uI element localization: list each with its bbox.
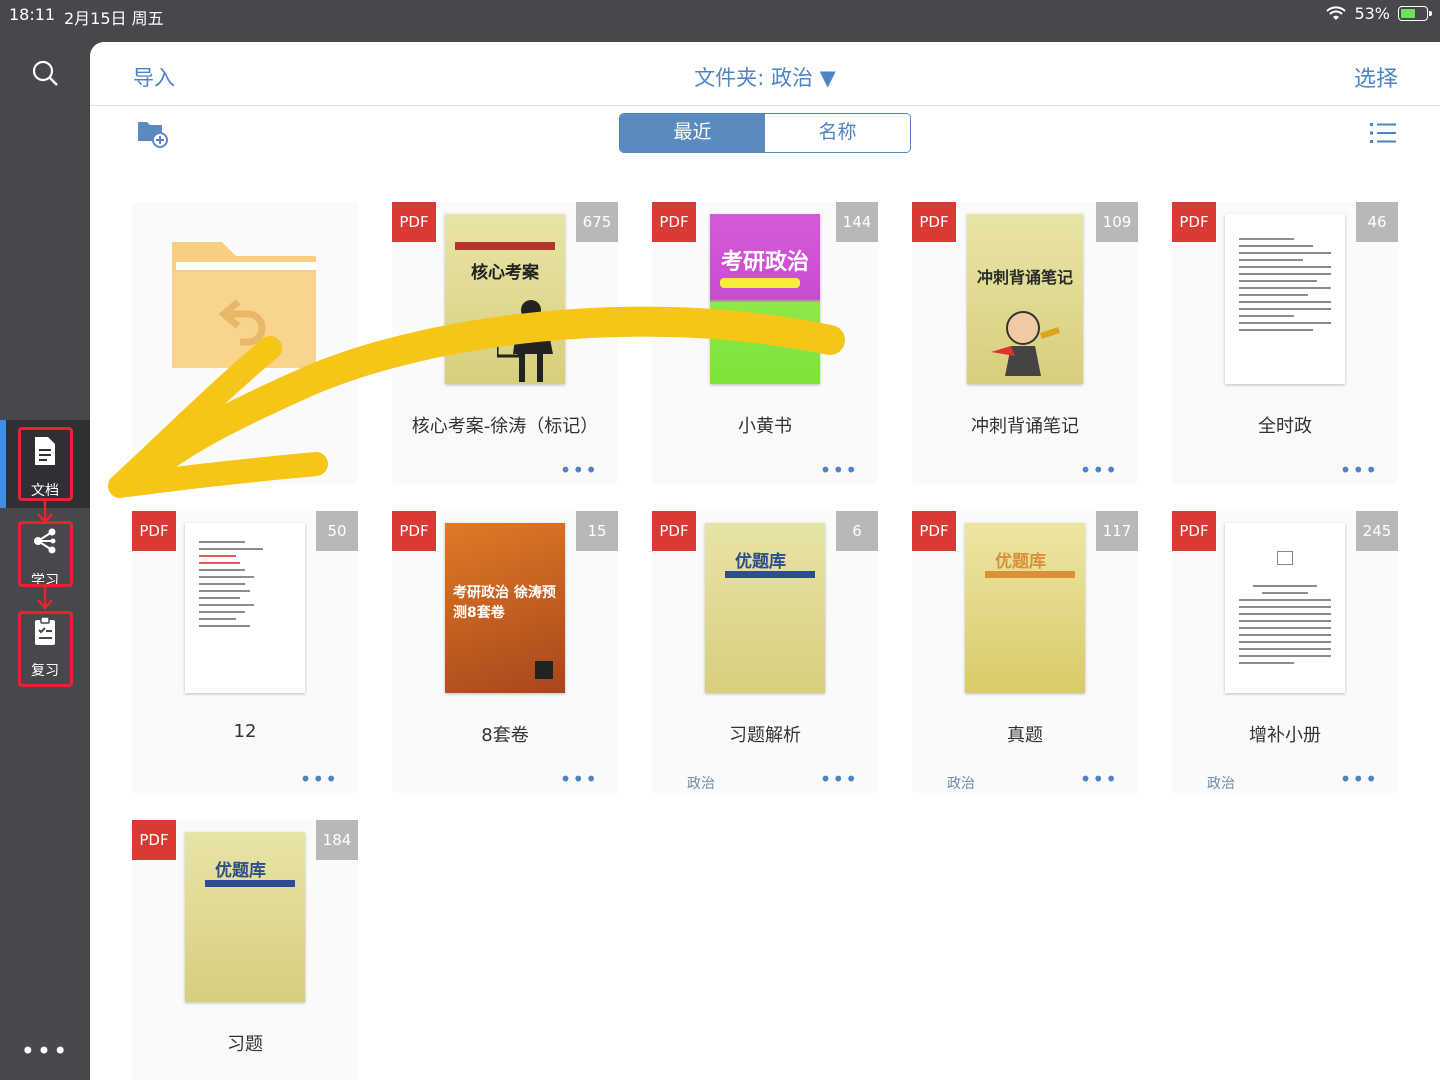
- more-options-icon[interactable]: •••: [560, 458, 598, 482]
- page-count: 184: [316, 820, 358, 860]
- cover-title: 核心考案: [471, 263, 539, 283]
- sidebar: 文档 学习 复习 •••: [0, 42, 90, 1080]
- more-options-icon[interactable]: •••: [560, 767, 598, 791]
- document-title: 8套卷: [481, 725, 529, 746]
- annotation-box: [18, 611, 73, 687]
- battery-percent: 53%: [1354, 4, 1390, 23]
- folder-tag: 政治: [947, 776, 975, 792]
- folder-tag: 政治: [687, 776, 715, 792]
- document-cover: [1225, 214, 1345, 384]
- document-cover: [1225, 523, 1345, 693]
- page-count: 6: [836, 511, 878, 551]
- cover-title: 冲刺背诵笔记: [976, 268, 1073, 287]
- document-card[interactable]: PDF 144 考研政治 小黄书 •••: [652, 202, 878, 484]
- folder-tag: 政治: [1207, 776, 1235, 792]
- annotation-arrow-icon: [37, 586, 53, 610]
- document-cover: 优题库: [965, 523, 1085, 693]
- folder-back-card[interactable]: [132, 202, 358, 484]
- more-options-icon[interactable]: •••: [0, 1037, 90, 1065]
- page-count: 50: [316, 511, 358, 551]
- sort-recent-tab[interactable]: 最近: [620, 114, 765, 152]
- select-button[interactable]: 选择: [1354, 61, 1398, 93]
- document-card[interactable]: PDF 245 增补小册 政治 •••: [1172, 511, 1398, 793]
- pdf-badge: PDF: [392, 202, 436, 242]
- document-cover: 优题库: [705, 523, 825, 693]
- document-card[interactable]: PDF 675 核心考案 核心考案-徐涛（标记） •••: [392, 202, 618, 484]
- document-card[interactable]: PDF 117 优题库 真题 政治 •••: [912, 511, 1138, 793]
- more-options-icon[interactable]: •••: [300, 767, 338, 791]
- page-count: 245: [1356, 511, 1398, 551]
- pdf-badge: PDF: [1172, 511, 1216, 551]
- search-icon[interactable]: [30, 58, 60, 88]
- more-options-icon[interactable]: •••: [1340, 767, 1378, 791]
- page-count: 144: [836, 202, 878, 242]
- pdf-badge: PDF: [132, 820, 176, 860]
- cover-title: 优题库: [735, 552, 786, 572]
- document-title: 冲刺背诵笔记: [971, 416, 1079, 437]
- folder-selector[interactable]: 文件夹: 政治 ▼: [90, 62, 1440, 92]
- annotation-box: [18, 427, 73, 501]
- more-options-icon[interactable]: •••: [820, 458, 858, 482]
- more-options-icon[interactable]: •••: [820, 767, 858, 791]
- sort-name-tab[interactable]: 名称: [765, 114, 910, 152]
- more-options-icon[interactable]: •••: [1340, 458, 1378, 482]
- document-title: 小黄书: [738, 416, 792, 437]
- page-count: 117: [1096, 511, 1138, 551]
- list-view-icon[interactable]: [1370, 122, 1396, 144]
- document-card[interactable]: PDF 46 全时政 •••: [1172, 202, 1398, 484]
- document-title: 12: [233, 721, 257, 742]
- cover-title: 考研政治: [720, 250, 809, 275]
- cover-title: 优题库: [995, 552, 1046, 572]
- pdf-badge: PDF: [392, 511, 436, 551]
- more-options-icon[interactable]: •••: [1080, 767, 1118, 791]
- page-count: 109: [1096, 202, 1138, 242]
- page-count: 46: [1356, 202, 1398, 242]
- document-title: 习题: [227, 1034, 263, 1055]
- document-cover: 优题库: [185, 832, 305, 1002]
- document-card[interactable]: PDF 50 12 •••: [132, 511, 358, 793]
- page-count: 675: [576, 202, 618, 242]
- new-folder-icon[interactable]: [136, 118, 168, 148]
- document-title: 真题: [1007, 725, 1043, 746]
- pdf-badge: PDF: [132, 511, 176, 551]
- annotation-arrow-icon: [37, 500, 53, 524]
- pdf-badge: PDF: [652, 202, 696, 242]
- document-cover: [185, 523, 305, 693]
- annotation-box: [18, 521, 73, 587]
- pdf-badge: PDF: [1172, 202, 1216, 242]
- wifi-icon: [1326, 5, 1347, 20]
- page-count: 15: [576, 511, 618, 551]
- document-title: 核心考案-徐涛（标记）: [411, 416, 599, 437]
- document-cover: 核心考案: [445, 214, 565, 384]
- cover-title: 考研政治 徐涛预测8套卷: [453, 585, 556, 621]
- document-card[interactable]: PDF 15 考研政治 徐涛预测8套卷 8套卷 •••: [392, 511, 618, 793]
- document-card[interactable]: PDF 109 冲刺背诵笔记 冲刺背诵笔记 •••: [912, 202, 1138, 484]
- document-card[interactable]: PDF 6 优题库 习题解析 政治 •••: [652, 511, 878, 793]
- pdf-badge: PDF: [652, 511, 696, 551]
- sort-segmented-control: 最近 名称: [619, 113, 911, 153]
- status-bar: 18:11 2月15日 周五 53%: [0, 0, 1440, 32]
- status-time: 18:11: [9, 5, 56, 24]
- top-navigation: 导入 文件夹: 政治 ▼ 选择: [90, 42, 1440, 106]
- document-title: 全时政: [1258, 416, 1312, 437]
- folder-back-icon: [172, 242, 316, 368]
- document-title: 习题解析: [729, 725, 801, 746]
- pdf-badge: PDF: [912, 202, 956, 242]
- more-options-icon[interactable]: •••: [1080, 458, 1118, 482]
- document-cover: 考研政治 徐涛预测8套卷: [445, 523, 565, 693]
- document-title: 增补小册: [1249, 725, 1321, 746]
- cover-title: 优题库: [215, 861, 266, 881]
- status-date: 2月15日 周五: [64, 9, 164, 28]
- document-card[interactable]: PDF 184 优题库 习题: [132, 820, 358, 1080]
- pdf-badge: PDF: [912, 511, 956, 551]
- document-cover: 冲刺背诵笔记: [967, 214, 1083, 384]
- document-cover: 考研政治: [710, 214, 820, 384]
- battery-icon: [1398, 6, 1432, 21]
